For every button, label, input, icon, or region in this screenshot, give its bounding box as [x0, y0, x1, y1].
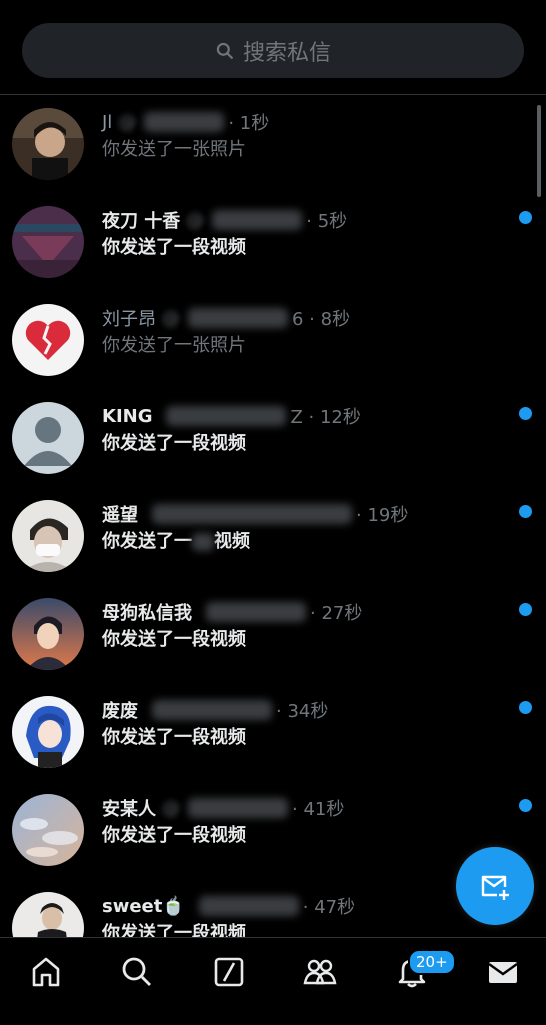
unread-dot	[519, 799, 532, 812]
conversation-preview: 你发送了一段视频	[102, 433, 246, 454]
conversation-name: sweet🍵	[102, 895, 185, 917]
new-message-button[interactable]	[456, 847, 534, 925]
conversation-time: · 19秒	[356, 505, 409, 526]
conversation-list: Jl @ · 1秒 你发送了一张照片 夜刀 十香 @ · 5秒 你发送了一段视频…	[0, 95, 546, 937]
redacted-handle	[144, 112, 225, 132]
conversation-preview: 你发送了一张照片	[102, 335, 246, 356]
conversation-preview: 你发送了一段视频	[102, 923, 246, 937]
redacted-handle	[206, 602, 306, 622]
redacted-handle	[152, 504, 352, 524]
redacted-handle	[188, 308, 288, 328]
conversation-preview: 你发送了一段视频	[102, 629, 246, 650]
unread-dot	[519, 603, 532, 616]
conversation-time: · 34秒	[276, 701, 329, 722]
conversation-item[interactable]: 母狗私信我 · 27秒 你发送了一段视频	[0, 585, 546, 683]
unread-dot	[519, 211, 532, 224]
redacted-handle	[152, 700, 272, 720]
avatar	[12, 206, 84, 278]
home-icon	[32, 957, 60, 987]
redacted-handle	[166, 406, 287, 426]
conversation-item[interactable]: KING Z · 12秒 你发送了一段视频	[0, 389, 546, 487]
conversation-time: 6 · 8秒	[292, 309, 351, 330]
conversation-item[interactable]: 废废 · 34秒 你发送了一段视频	[0, 683, 546, 781]
conversation-preview: 你发送了一段视频	[102, 237, 246, 258]
conversation-item[interactable]: 遥望 · 19秒 你发送了一 视频	[0, 487, 546, 585]
bottom-tab-bar	[0, 937, 546, 1025]
envelope-icon	[488, 962, 518, 983]
conversation-name: 遥望	[102, 505, 138, 526]
unread-dot	[519, 505, 532, 518]
notification-badge: 20+	[408, 949, 456, 975]
tab-grok[interactable]	[212, 955, 246, 989]
tab-messages[interactable]	[486, 955, 520, 989]
avatar	[12, 304, 84, 376]
conversation-time: · 47秒	[302, 897, 356, 918]
scrollbar[interactable]	[537, 105, 541, 197]
tab-explore[interactable]	[120, 955, 154, 989]
search-header: 搜索私信	[0, 0, 546, 95]
conversation-time: · 41秒	[292, 799, 345, 820]
unread-dot	[519, 407, 532, 420]
new-message-icon	[481, 875, 509, 900]
default-avatar	[12, 402, 84, 474]
conversation-name: 安某人	[102, 799, 156, 820]
avatar	[12, 108, 84, 180]
avatar	[12, 696, 84, 768]
tab-home[interactable]	[29, 955, 63, 989]
conversation-time: · 27秒	[310, 603, 363, 624]
conversation-item[interactable]: Jl @ · 1秒 你发送了一张照片	[0, 95, 546, 193]
conversation-preview: 你发送了一张照片	[102, 139, 246, 160]
unread-dot	[519, 701, 532, 714]
conversation-handle: @	[186, 209, 205, 231]
redacted-handle	[198, 896, 299, 916]
redacted-handle	[188, 798, 288, 818]
conversation-name: 刘子昂	[102, 309, 156, 330]
conversation-name: KING	[102, 405, 153, 427]
conversation-time: Z · 12秒	[290, 407, 361, 428]
conversation-item[interactable]: 夜刀 十香 @ · 5秒 你发送了一段视频	[0, 193, 546, 291]
conversation-name: 母狗私信我	[102, 603, 192, 624]
conversation-name: Jl	[102, 111, 113, 133]
slash-square-icon	[214, 957, 244, 987]
conversation-time: · 5秒	[306, 211, 348, 232]
conversation-time: · 1秒	[228, 113, 270, 134]
avatar	[12, 598, 84, 670]
conversation-name: 夜刀 十香	[102, 211, 181, 232]
tab-communities[interactable]	[303, 955, 337, 989]
conversation-handle: @	[162, 307, 180, 329]
search-input[interactable]: 搜索私信	[22, 23, 524, 78]
search-tab-icon	[122, 957, 151, 986]
conversation-preview: 你发送了一 视频	[102, 531, 250, 552]
conversation-preview: 你发送了一段视频	[102, 727, 246, 748]
conversation-preview: 你发送了一段视频	[102, 825, 246, 846]
people-icon	[303, 959, 337, 985]
conversation-item[interactable]: 刘子昂 @ 6 · 8秒 你发送了一张照片	[0, 291, 546, 389]
conversation-handle: @	[118, 111, 137, 133]
search-placeholder: 搜索私信	[242, 40, 331, 66]
redacted-handle	[212, 210, 303, 230]
search-icon	[216, 42, 234, 59]
avatar	[12, 892, 84, 937]
avatar	[12, 500, 84, 572]
avatar	[12, 794, 84, 866]
conversation-name: 废废	[102, 701, 138, 722]
conversation-handle: @	[162, 797, 180, 819]
